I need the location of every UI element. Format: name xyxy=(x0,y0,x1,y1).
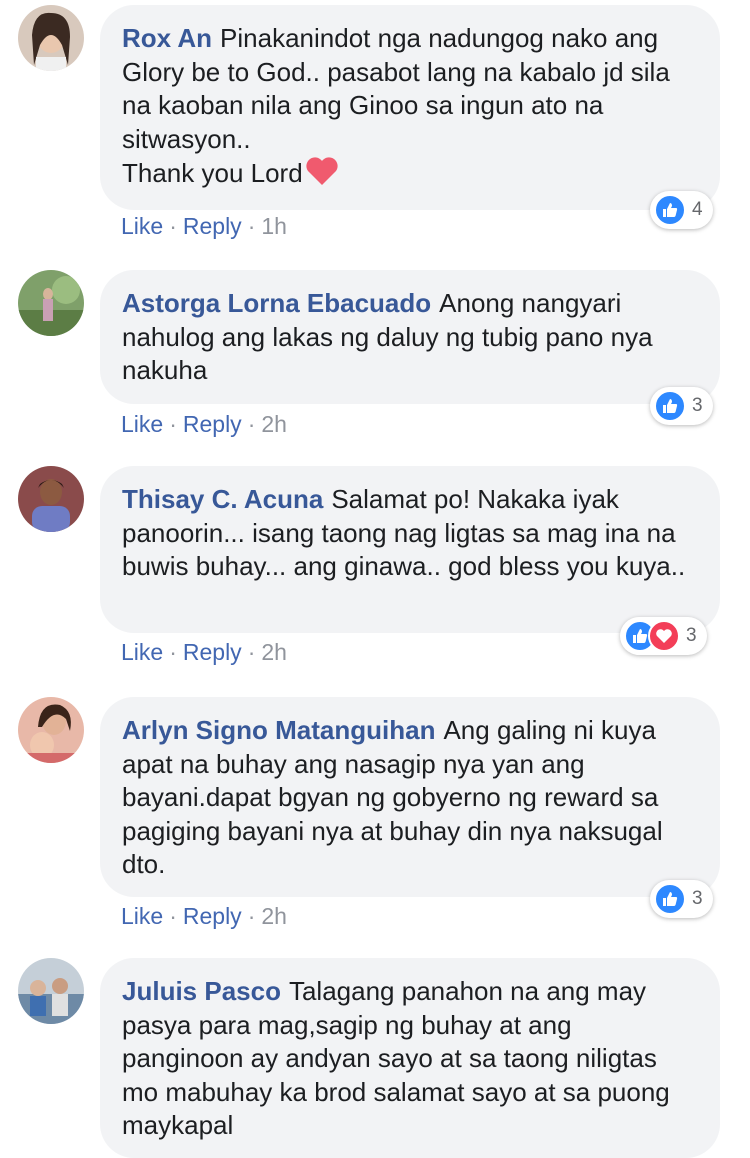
reaction-count-badge[interactable]: 3 xyxy=(650,387,713,425)
reaction-count: 3 xyxy=(692,395,703,416)
separator: · xyxy=(247,213,256,239)
avatar[interactable] xyxy=(18,5,84,71)
like-link[interactable]: Like xyxy=(121,411,163,437)
comment-actions: Like · Reply · 2h xyxy=(121,903,287,930)
reaction-count: 3 xyxy=(692,888,703,909)
avatar[interactable] xyxy=(18,466,84,532)
heart-icon xyxy=(305,156,339,195)
comment-bubble: Juluis Pasco Talagang panahon na ang may … xyxy=(100,958,720,1158)
comment-text-line: Thank you Lord xyxy=(122,158,303,188)
comment-actions: Like · Reply · 2h xyxy=(121,639,287,666)
like-icon xyxy=(654,390,686,422)
comment-author[interactable]: Arlyn Signo Matanguihan xyxy=(122,715,435,745)
reaction-count-badge[interactable]: 3 xyxy=(650,880,713,918)
like-link[interactable]: Like xyxy=(121,639,163,665)
separator: · xyxy=(247,903,256,929)
avatar[interactable] xyxy=(18,270,84,336)
reaction-count: 4 xyxy=(692,199,703,220)
separator: · xyxy=(169,639,177,665)
comment-author[interactable]: Thisay C. Acuna xyxy=(122,484,323,514)
separator: · xyxy=(169,903,177,929)
like-icon xyxy=(654,194,686,226)
comment-actions: Like · Reply · 1h xyxy=(121,213,287,240)
comment-bubble: Arlyn Signo Matanguihan Ang galing ni kuy… xyxy=(100,697,720,897)
comment-bubble: Thisay C. Acuna Salamat po! Nakaka iyak p… xyxy=(100,466,720,633)
timestamp[interactable]: 1h xyxy=(261,213,287,239)
reaction-count-badge[interactable]: 4 xyxy=(650,191,713,229)
like-link[interactable]: Like xyxy=(121,903,163,929)
separator: · xyxy=(169,411,177,437)
comment-actions: Like · Reply · 2h xyxy=(121,411,287,438)
timestamp[interactable]: 2h xyxy=(261,903,287,929)
reply-link[interactable]: Reply xyxy=(183,903,242,929)
reply-link[interactable]: Reply xyxy=(183,639,242,665)
reaction-count-badge[interactable]: 3 xyxy=(620,617,707,655)
love-icon xyxy=(648,620,680,652)
separator: · xyxy=(247,411,256,437)
comment-author[interactable]: Rox An xyxy=(122,23,212,53)
timestamp[interactable]: 2h xyxy=(261,639,287,665)
separator: · xyxy=(247,639,256,665)
comment-author[interactable]: Juluis Pasco xyxy=(122,976,281,1006)
reply-link[interactable]: Reply xyxy=(183,411,242,437)
reaction-count: 3 xyxy=(686,625,697,646)
comment-author[interactable]: Astorga Lorna Ebacuado xyxy=(122,288,431,318)
avatar[interactable] xyxy=(18,697,84,763)
timestamp[interactable]: 2h xyxy=(261,411,287,437)
comment-bubble: Rox An Pinakanindot nga nadungog nako ang… xyxy=(100,5,720,210)
like-icon xyxy=(654,883,686,915)
like-link[interactable]: Like xyxy=(121,213,163,239)
reply-link[interactable]: Reply xyxy=(183,213,242,239)
comment-bubble: Astorga Lorna Ebacuado Anong nangyari nah… xyxy=(100,270,720,404)
separator: · xyxy=(169,213,177,239)
avatar[interactable] xyxy=(18,958,84,1024)
